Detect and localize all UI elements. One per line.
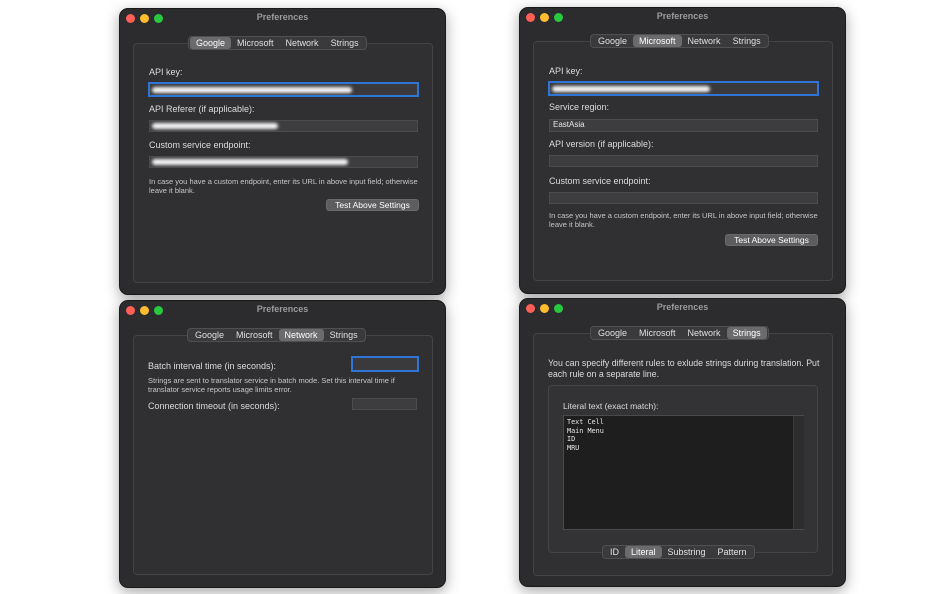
tab-bar: Google Microsoft Network Strings: [187, 328, 366, 342]
batch-interval-label: Batch interval time (in seconds):: [148, 361, 277, 371]
tab-network[interactable]: Network: [278, 329, 324, 341]
api-key-input[interactable]: [148, 82, 419, 97]
window-title: Preferences: [656, 302, 709, 312]
tab-microsoft[interactable]: Microsoft: [633, 35, 682, 47]
title-bar: Preferences: [120, 301, 445, 319]
sub-tab-id[interactable]: ID: [604, 546, 625, 558]
tab-network[interactable]: Network: [682, 35, 727, 47]
textarea-scrollbar[interactable]: [793, 416, 804, 529]
sub-tab-literal[interactable]: Literal: [625, 546, 662, 558]
strings-intro: You can specify different rules to exlud…: [548, 358, 820, 379]
preferences-window-microsoft: Preferences Google Microsoft Network Str…: [519, 7, 846, 294]
endpoint-input[interactable]: [549, 192, 818, 204]
window-title: Preferences: [256, 12, 309, 22]
redacted-value: [152, 87, 352, 93]
api-referer-input[interactable]: [149, 120, 418, 132]
batch-interval-hint: Strings are sent to translator service i…: [148, 376, 395, 394]
redacted-value: [152, 123, 278, 129]
sub-tab-substring[interactable]: Substring: [662, 546, 712, 558]
test-settings-button[interactable]: Test Above Settings: [725, 234, 818, 246]
rule-type-tabs: ID Literal Substring Pattern: [602, 545, 755, 559]
preferences-window-strings: Preferences Google Microsoft Network Str…: [519, 298, 846, 587]
timeout-input[interactable]: [352, 398, 417, 410]
literal-text-label: Literal text (exact match):: [563, 401, 659, 411]
api-key-label: API key:: [549, 66, 583, 76]
timeout-label: Connection timeout (in seconds):: [148, 401, 280, 411]
title-bar: Preferences: [520, 8, 845, 26]
tab-microsoft[interactable]: Microsoft: [633, 327, 682, 339]
tab-bar: Google Microsoft Network Strings: [590, 34, 769, 48]
window-title: Preferences: [656, 11, 709, 21]
literal-text-area[interactable]: Text Cell Main Menu ID MRU: [563, 415, 804, 530]
tab-network[interactable]: Network: [280, 37, 325, 49]
tab-network[interactable]: Network: [682, 327, 727, 339]
redacted-value: [152, 159, 348, 165]
test-settings-button[interactable]: Test Above Settings: [326, 199, 419, 211]
tab-strings[interactable]: Strings: [726, 327, 767, 339]
endpoint-hint: In case you have a custom endpoint, ente…: [149, 177, 418, 195]
tab-google[interactable]: Google: [592, 327, 633, 339]
tab-bar: Google Microsoft Network Strings: [590, 326, 769, 340]
region-label: Service region:: [549, 102, 610, 112]
region-input[interactable]: EastAsia: [549, 119, 818, 132]
api-referer-label: API Referer (if applicable):: [149, 104, 255, 114]
tab-strings[interactable]: Strings: [324, 329, 364, 341]
tab-google[interactable]: Google: [189, 329, 230, 341]
tab-google[interactable]: Google: [190, 37, 232, 49]
preferences-window-network: Preferences Google Microsoft Network Str…: [119, 300, 446, 588]
title-bar: Preferences: [520, 299, 845, 317]
tab-strings[interactable]: Strings: [727, 35, 767, 47]
tab-microsoft[interactable]: Microsoft: [230, 329, 279, 341]
tab-strings[interactable]: Strings: [325, 37, 365, 49]
sub-tab-pattern[interactable]: Pattern: [712, 546, 753, 558]
window-title: Preferences: [256, 304, 309, 314]
endpoint-label: Custom service endpoint:: [549, 176, 651, 186]
title-bar: Preferences: [120, 9, 445, 27]
api-key-input[interactable]: [548, 81, 819, 96]
preferences-window-google: Preferences Google Microsoft Network Str…: [119, 8, 446, 295]
api-version-input[interactable]: [549, 155, 818, 167]
endpoint-label: Custom service endpoint:: [149, 140, 251, 150]
api-version-label: API version (if applicable):: [549, 139, 654, 149]
api-key-label: API key:: [149, 67, 183, 77]
batch-interval-input[interactable]: [351, 356, 419, 372]
tab-microsoft[interactable]: Microsoft: [231, 37, 280, 49]
tab-bar: Google Microsoft Network Strings: [188, 36, 367, 50]
endpoint-hint: In case you have a custom endpoint, ente…: [549, 211, 818, 229]
tab-google[interactable]: Google: [592, 35, 633, 47]
endpoint-input[interactable]: [149, 156, 418, 168]
redacted-value: [552, 86, 710, 92]
